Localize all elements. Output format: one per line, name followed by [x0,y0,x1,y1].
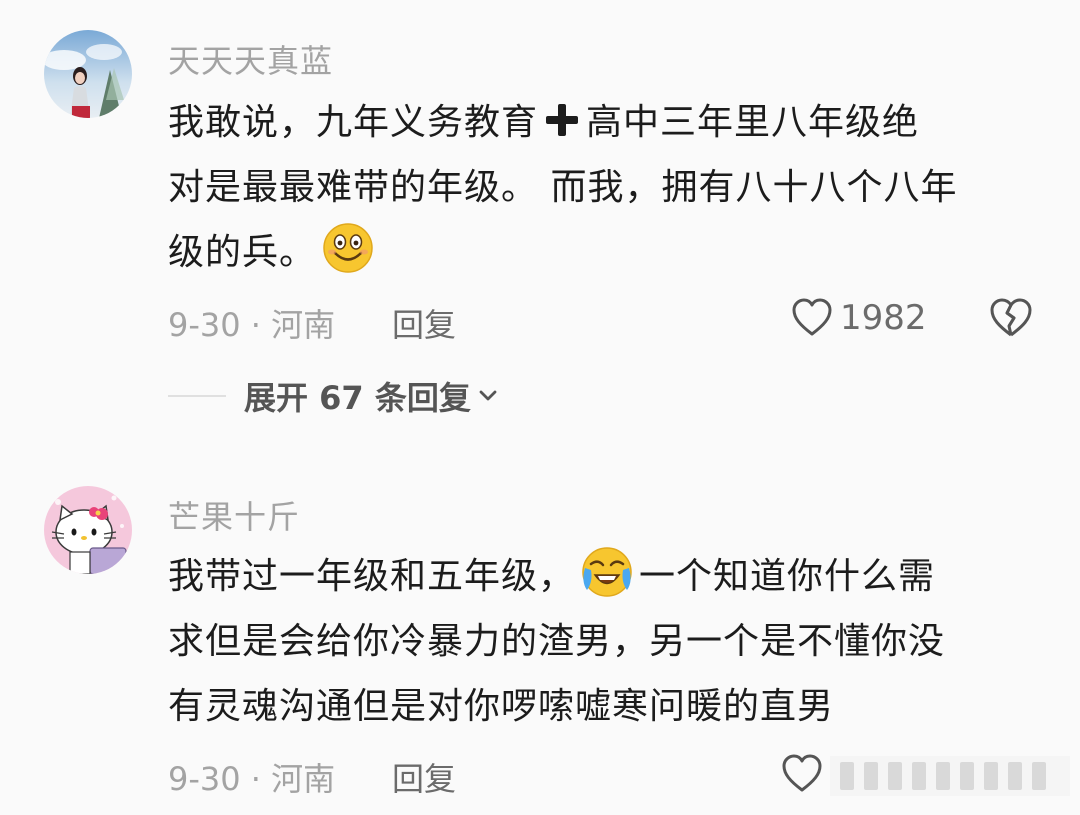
dislike-button[interactable] [988,296,1034,344]
comment-text: 我敢说，九年义务教育 高中三年里八年级绝 对是最最难带的年级。 而我，拥有八十八个… [168,90,1048,285]
comment-line: 级的兵。 [168,220,1048,285]
broken-heart-icon [990,298,1032,337]
smiling-emoji-icon [323,223,373,273]
avatar[interactable] [44,30,132,118]
comment-line: 我敢说，九年义务教育 高中三年里八年级绝 [168,90,1048,155]
comment-meta: 9-30 · 河南 [168,306,336,344]
avatar-image [44,486,132,574]
avatar[interactable] [44,486,132,574]
comment-text: 我带过一年级和五年级， 一个知道你什么需 求但是会给你冷暴力的渣男，另一个是不懂… [168,544,1048,739]
comment-line: 我带过一年级和五年级， 一个知道你什么需 [168,544,1048,609]
avatar-image [44,30,132,118]
like-button[interactable]: 1982 [790,296,927,340]
reply-button[interactable]: 回复 [392,754,456,800]
comment-line: 有灵魂沟通但是对你啰嗦嘘寒问暖的直男 [168,686,835,727]
divider [168,395,226,397]
comment-text-segment: 我带过一年级和五年级， [168,556,576,597]
expand-replies-label: 展开 67 条回复 [244,379,471,417]
expand-replies-button[interactable]: 展开 67 条回复 [244,373,501,419]
reply-button[interactable]: 回复 [392,300,456,346]
comment-meta: 9-30 · 河南 [168,760,336,798]
watermark [830,756,1070,796]
plus-icon [546,104,579,136]
comment-item: 天天天真蓝 我敢说，九年义务教育 高中三年里八年级绝 对是最最难带的年级。 而我，… [0,0,1080,440]
crying-laughing-emoji-icon [582,547,632,597]
like-count: 1982 [840,298,927,338]
comment-text-segment: 我敢说，九年义务教育 [168,102,539,143]
username[interactable]: 芒果十斤 [168,492,300,538]
comment-text-segment: 级的兵。 [168,232,317,273]
chevron-down-icon [479,390,497,401]
heart-outline-icon [792,298,832,336]
comment-text-segment: 高中三年里八年级绝 [586,102,920,143]
comment-text-segment: 一个知道你什么需 [639,556,936,597]
expand-replies-row: 展开 67 条回复 [168,373,501,419]
comment-line: 求但是会给你冷暴力的渣男，另一个是不懂你没 [168,621,946,662]
username[interactable]: 天天天真蓝 [168,36,333,82]
comment-line: 对是最最难带的年级。 而我，拥有八十八个八年 [168,167,958,208]
